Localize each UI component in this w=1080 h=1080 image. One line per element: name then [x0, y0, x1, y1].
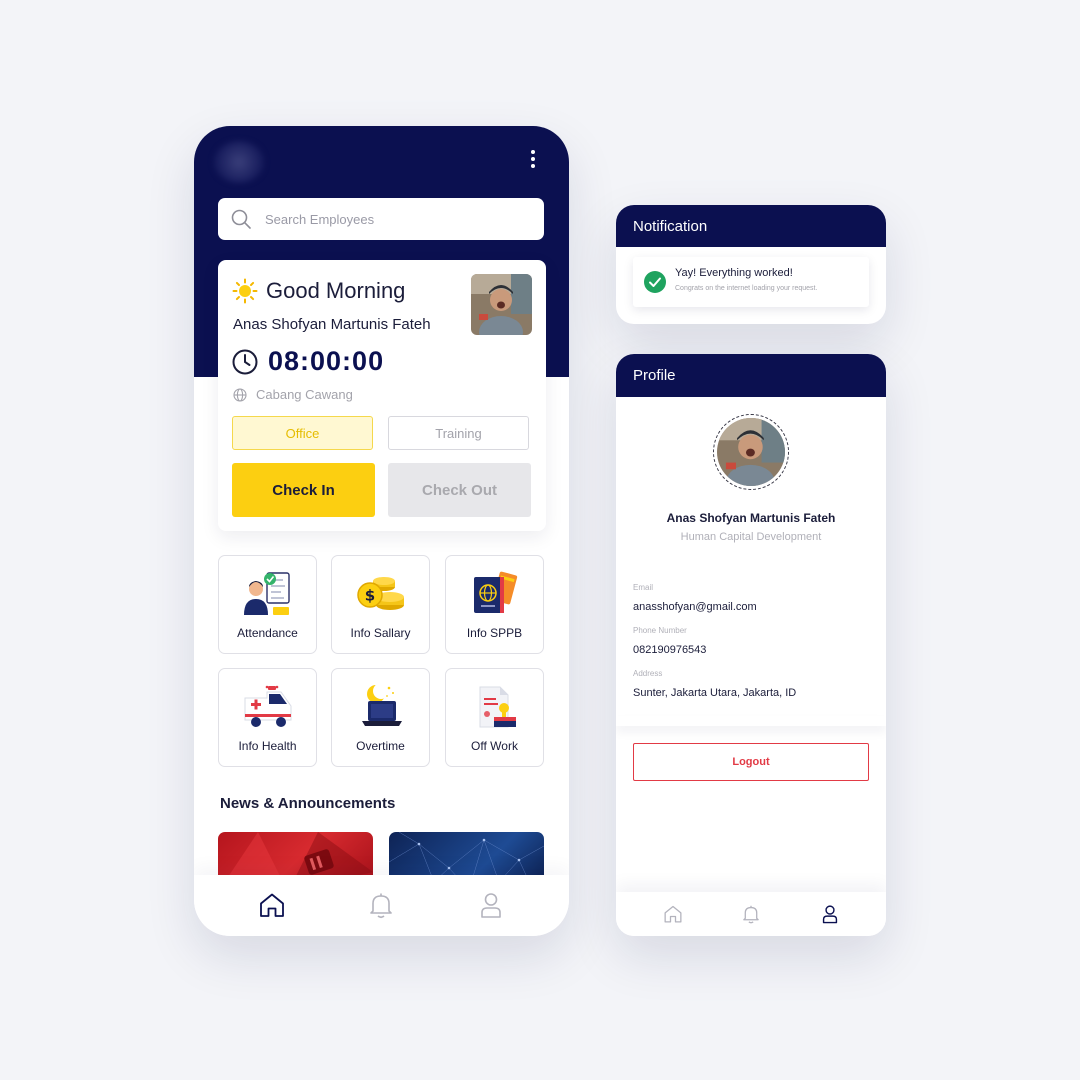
home-icon[interactable]	[258, 891, 286, 919]
coins-icon: $	[357, 577, 404, 610]
phone-value: 082190976543	[633, 644, 707, 656]
svg-text:$: $	[365, 587, 375, 605]
menu-label: Overtime	[356, 739, 405, 753]
success-toast[interactable]: Yay! Everything worked! Congrats on the …	[633, 257, 869, 307]
profile-name: Anas Shofyan Martunis Fateh	[666, 511, 836, 525]
address-label: Address	[633, 669, 663, 678]
notification-header: Notification	[616, 205, 886, 247]
bell-icon[interactable]	[367, 891, 395, 919]
search-bar[interactable]	[218, 198, 544, 240]
menu-label: Info Health	[238, 739, 297, 753]
user-name: Anas Shofyan Martunis Fateh	[233, 316, 431, 333]
current-time: 08:00:00	[268, 346, 385, 376]
passport-icon	[474, 571, 518, 613]
profile-avatar[interactable]	[713, 414, 789, 490]
work-type-office[interactable]: Office	[232, 416, 373, 450]
check-in-button[interactable]: Check In	[232, 463, 375, 517]
branch-location: Cabang Cawang	[256, 387, 353, 402]
night-laptop-icon	[362, 684, 402, 726]
search-input[interactable]	[263, 210, 527, 228]
toast-title: Yay! Everything worked!	[675, 267, 793, 279]
phone-label: Phone Number	[633, 626, 687, 635]
menu-info-sallary[interactable]: $ Info Sallary	[331, 555, 430, 654]
greeting-row: Good Morning	[232, 278, 405, 304]
notification-panel: Notification Yay! Everything worked! Con…	[616, 205, 886, 324]
menu-info-health[interactable]: Info Health	[218, 668, 317, 767]
email-label: Email	[633, 583, 654, 592]
menu-off-work[interactable]: Off Work	[445, 668, 544, 767]
section-divider	[616, 716, 886, 726]
bottom-nav	[616, 892, 886, 936]
avatar	[471, 274, 532, 335]
panel-title: Notification	[633, 218, 708, 235]
check-circle-icon	[644, 271, 666, 293]
email-value: anasshofyan@gmail.com	[633, 601, 757, 613]
user-icon[interactable]	[477, 891, 505, 919]
work-type-training[interactable]: Training	[388, 416, 529, 450]
sun-icon	[232, 278, 258, 304]
home-icon[interactable]	[663, 904, 683, 924]
ambulance-icon	[244, 685, 292, 727]
profile-role: Human Capital Development	[680, 531, 822, 543]
user-icon[interactable]	[820, 904, 840, 924]
profile-screen: Profile Anas Shofyan Martunis Fateh Huma…	[616, 354, 886, 936]
globe-icon	[233, 387, 247, 402]
profile-header: Profile	[616, 354, 886, 397]
menu-label: Info Sallary	[350, 626, 411, 640]
home-screen: Good Morning Anas Shofyan Martunis Fateh…	[194, 126, 569, 936]
menu-label: Attendance	[237, 626, 298, 640]
logout-button[interactable]: Logout	[633, 743, 869, 781]
time-row: 08:00:00	[232, 346, 384, 377]
menu-overtime[interactable]: Overtime	[331, 668, 430, 767]
menu-attendance[interactable]: Attendance	[218, 555, 317, 654]
location-row: Cabang Cawang	[233, 387, 353, 402]
menu-info-sppb[interactable]: Info SPPB	[445, 555, 544, 654]
company-logo	[214, 141, 264, 183]
attendance-icon	[244, 572, 290, 615]
document-leave-icon	[479, 686, 516, 728]
check-out-button[interactable]: Check Out	[388, 463, 531, 517]
greeting-card: Good Morning Anas Shofyan Martunis Fateh…	[218, 260, 546, 531]
news-section-title: News & Announcements	[220, 795, 396, 812]
clock-icon	[232, 349, 258, 374]
address-value: Sunter, Jakarta Utara, Jakarta, ID	[633, 687, 797, 699]
panel-title: Profile	[633, 367, 676, 384]
menu-label: Off Work	[471, 739, 518, 753]
bottom-nav	[194, 875, 569, 936]
toast-message: Congrats on the internet loading your re…	[675, 285, 818, 292]
bell-icon[interactable]	[741, 904, 761, 924]
more-options-icon[interactable]	[526, 150, 540, 172]
search-icon	[231, 209, 251, 229]
greeting-text: Good Morning	[266, 278, 406, 303]
menu-label: Info SPPB	[466, 626, 523, 640]
